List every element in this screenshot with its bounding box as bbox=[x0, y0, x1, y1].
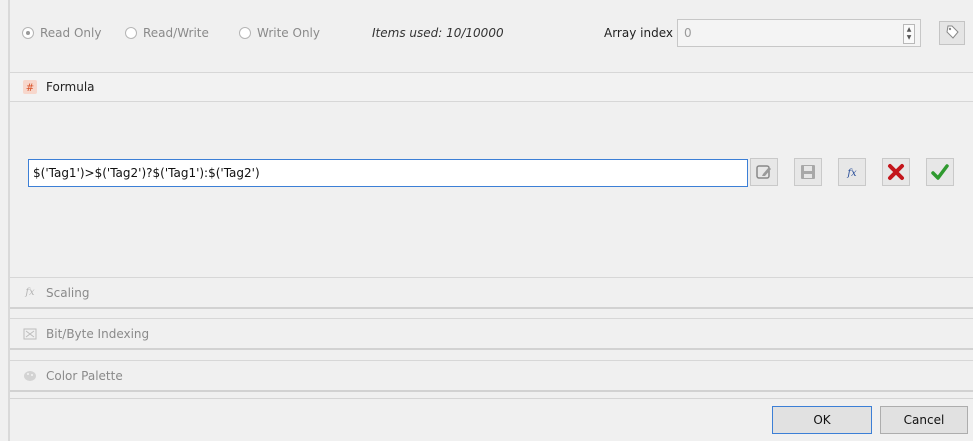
palette-icon bbox=[22, 368, 38, 384]
fx-icon: fx bbox=[25, 287, 35, 298]
section-separator bbox=[10, 348, 973, 350]
scaling-section-header[interactable]: fx Scaling bbox=[10, 277, 973, 307]
delete-icon bbox=[888, 164, 904, 180]
accept-icon bbox=[931, 164, 949, 180]
formula-expression-input[interactable] bbox=[28, 159, 748, 187]
radio-write-only[interactable]: Write Only bbox=[239, 24, 320, 42]
cancel-button[interactable]: Cancel bbox=[880, 406, 968, 434]
edit-formula-button[interactable] bbox=[750, 158, 778, 186]
radio-label: Write Only bbox=[257, 26, 320, 40]
bit-byte-indexing-section-label: Bit/Byte Indexing bbox=[46, 326, 150, 341]
svg-text:#: # bbox=[26, 83, 34, 94]
svg-text:fx: fx bbox=[846, 168, 857, 179]
radio-label: Read/Write bbox=[143, 26, 209, 40]
color-palette-section-label: Color Palette bbox=[46, 368, 123, 383]
accept-formula-button[interactable] bbox=[926, 158, 954, 186]
footer-divider bbox=[10, 398, 973, 399]
radio-read-only[interactable]: Read Only bbox=[22, 24, 101, 42]
color-palette-section-header[interactable]: Color Palette bbox=[10, 360, 973, 390]
tag-select-button[interactable] bbox=[939, 21, 965, 45]
formula-section-header[interactable]: # Formula bbox=[10, 72, 973, 102]
radio-indicator-checked bbox=[22, 27, 34, 39]
section-separator bbox=[10, 307, 973, 309]
section-separator bbox=[10, 390, 973, 392]
radio-indicator bbox=[239, 27, 251, 39]
radio-indicator bbox=[125, 27, 137, 39]
formula-panel: fx bbox=[10, 103, 973, 276]
formula-icon: # bbox=[22, 79, 38, 95]
array-index-spinner[interactable]: ▲ ▼ bbox=[903, 24, 915, 44]
edit-icon bbox=[756, 165, 771, 179]
array-index-input[interactable] bbox=[677, 19, 921, 47]
items-used-text: Items used: 10/10000 bbox=[372, 26, 504, 40]
spin-up-icon[interactable]: ▲ bbox=[907, 26, 912, 34]
radio-read-write[interactable]: Read/Write bbox=[125, 24, 209, 42]
ok-button[interactable]: OK bbox=[772, 406, 872, 434]
delete-formula-button[interactable] bbox=[882, 158, 910, 186]
spin-down-icon[interactable]: ▼ bbox=[907, 34, 912, 42]
insert-function-button[interactable]: fx bbox=[838, 158, 866, 186]
function-icon: fx bbox=[846, 168, 857, 179]
save-icon bbox=[801, 165, 815, 179]
array-index-label: Array index bbox=[604, 26, 673, 40]
formula-section-label: Formula bbox=[46, 80, 95, 94]
bits-icon bbox=[22, 326, 38, 342]
radio-label: Read Only bbox=[40, 26, 102, 40]
scaling-section-label: Scaling bbox=[46, 285, 90, 300]
bit-byte-indexing-section-header[interactable]: Bit/Byte Indexing bbox=[10, 318, 973, 348]
tag-hand-icon bbox=[946, 25, 959, 39]
save-formula-button[interactable] bbox=[794, 158, 822, 186]
